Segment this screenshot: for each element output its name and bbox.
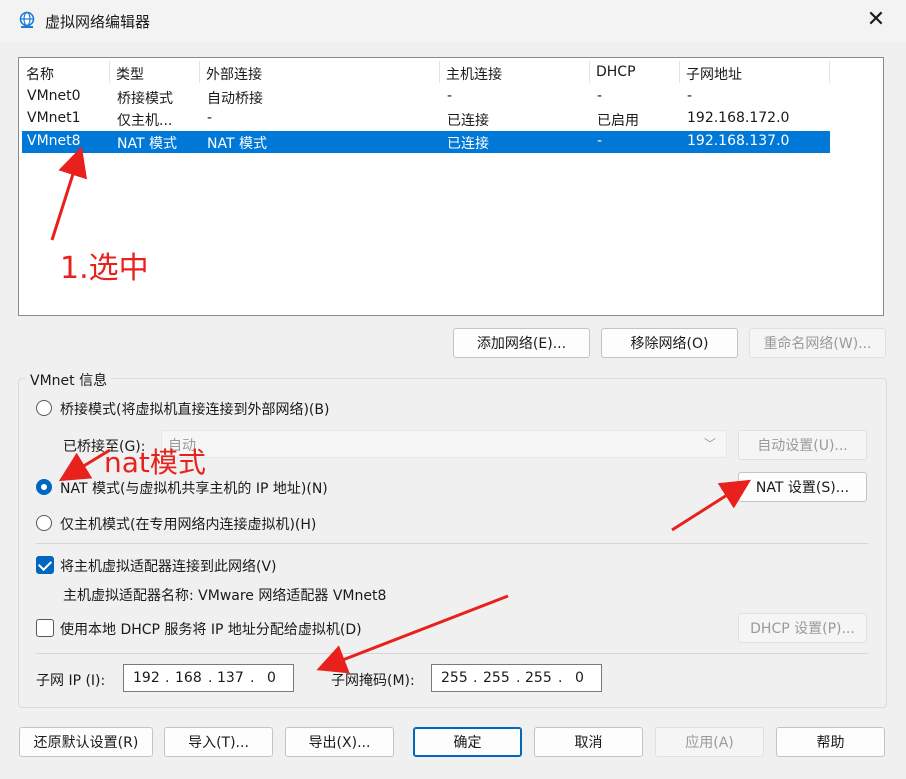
auto-settings-button[interactable]: 自动设置(U)... [738, 430, 867, 460]
column-header-type[interactable]: 类型 [116, 64, 144, 84]
column-divider[interactable] [109, 61, 110, 83]
column-header-subnet[interactable]: 子网地址 [686, 64, 742, 84]
cell-type: 仅主机... [117, 113, 173, 129]
nat-mode-radio[interactable] [36, 479, 52, 495]
mask-dot: . [516, 670, 521, 686]
cell-type: 桥接模式 [117, 91, 173, 107]
ip-dot: . [208, 670, 213, 686]
export-button[interactable]: 导出(X)... [285, 727, 394, 757]
window-title: 虚拟网络编辑器 [45, 13, 151, 31]
ip-octet: 192 [133, 670, 160, 686]
cancel-button[interactable]: 取消 [534, 727, 643, 757]
chevron-down-icon: ﹀ [703, 437, 716, 451]
globe-network-icon [19, 11, 35, 28]
dhcp-settings-button[interactable]: DHCP 设置(P)... [738, 613, 867, 643]
column-divider[interactable] [589, 61, 590, 83]
mask-octet: 0 [575, 670, 584, 686]
cell-dhcp: - [597, 133, 603, 149]
cell-type: NAT 模式 [117, 136, 177, 152]
adapter-name-text: 主机虚拟适配器名称: VMware 网络适配器 VMnet8 [63, 588, 387, 604]
annotation-nat: nat模式 [104, 446, 206, 479]
column-header-host[interactable]: 主机连接 [446, 64, 502, 84]
subnet-ip-input[interactable]: 192 . 168 . 137 . 0 [123, 664, 294, 692]
cell-external: - [207, 110, 213, 126]
subnet-mask-label: 子网掩码(M): [331, 673, 415, 689]
ip-octet: 0 [267, 670, 276, 686]
bridged-to-select[interactable]: 自动 ﹀ [161, 430, 727, 458]
ip-octet: 137 [217, 670, 244, 686]
host-only-radio[interactable] [36, 515, 52, 531]
cell-external: 自动桥接 [207, 91, 263, 107]
nat-settings-button[interactable]: NAT 设置(S)... [738, 472, 867, 502]
cell-host: - [447, 88, 453, 104]
ip-octet: 168 [175, 670, 202, 686]
table-header: 名称 类型 外部连接 主机连接 DHCP 子网地址 [20, 59, 882, 87]
help-button[interactable]: 帮助 [776, 727, 885, 757]
cell-host: 已连接 [447, 113, 489, 129]
mask-dot: . [558, 670, 563, 686]
column-header-dhcp[interactable]: DHCP [596, 64, 636, 80]
cell-subnet: - [687, 88, 693, 104]
checkmark-icon [37, 556, 53, 572]
connect-adapter-checkbox[interactable] [36, 556, 54, 574]
subnet-ip-label: 子网 IP (I): [36, 673, 106, 689]
section-divider [36, 653, 868, 654]
annotation-select: 1.选中 [60, 251, 149, 286]
title-bar: 虚拟网络编辑器 ✕ [0, 0, 906, 42]
table-row[interactable]: VMnet1 仅主机... - 已连接 已启用 192.168.172.0 [22, 108, 830, 130]
column-divider[interactable] [829, 61, 830, 83]
bridge-mode-label[interactable]: 桥接模式(将虚拟机直接连接到外部网络)(B) [60, 399, 329, 419]
cell-external: NAT 模式 [207, 136, 267, 152]
cell-dhcp: - [597, 88, 603, 104]
table-row[interactable]: VMnet0 桥接模式 自动桥接 - - - [22, 86, 830, 108]
add-network-button[interactable]: 添加网络(E)... [453, 328, 590, 358]
table-row-selected[interactable]: VMnet8 NAT 模式 NAT 模式 已连接 - 192.168.137.0 [22, 131, 830, 153]
remove-network-button[interactable]: 移除网络(O) [601, 328, 738, 358]
rename-network-button[interactable]: 重命名网络(W)... [749, 328, 886, 358]
host-only-label[interactable]: 仅主机模式(在专用网络内连接虚拟机)(H) [60, 514, 316, 534]
apply-button[interactable]: 应用(A) [655, 727, 764, 757]
ip-dot: . [250, 670, 255, 686]
mask-dot: . [473, 670, 478, 686]
cell-name: VMnet8 [27, 133, 81, 149]
cell-subnet: 192.168.172.0 [687, 110, 790, 126]
ok-button[interactable]: 确定 [413, 727, 522, 757]
mask-octet: 255 [441, 670, 468, 686]
cell-subnet: 192.168.137.0 [687, 133, 790, 149]
ip-dot: . [165, 670, 170, 686]
vmnet-info-legend: VMnet 信息 [26, 370, 112, 390]
use-dhcp-label[interactable]: 使用本地 DHCP 服务将 IP 地址分配给虚拟机(D) [60, 619, 362, 639]
cell-name: VMnet0 [27, 88, 81, 104]
column-divider[interactable] [439, 61, 440, 83]
column-header-external[interactable]: 外部连接 [206, 64, 262, 84]
column-divider[interactable] [679, 61, 680, 83]
section-divider [36, 543, 868, 544]
use-dhcp-checkbox[interactable] [36, 619, 54, 637]
cell-name: VMnet1 [27, 110, 81, 126]
subnet-mask-input[interactable]: 255 . 255 . 255 . 0 [431, 664, 602, 692]
close-icon[interactable]: ✕ [864, 8, 888, 32]
mask-octet: 255 [525, 670, 552, 686]
cell-host: 已连接 [447, 136, 489, 152]
cell-dhcp: 已启用 [597, 113, 639, 129]
connect-adapter-label[interactable]: 将主机虚拟适配器连接到此网络(V) [60, 556, 277, 576]
bridge-mode-radio[interactable] [36, 400, 52, 416]
column-header-name[interactable]: 名称 [26, 64, 54, 84]
column-divider[interactable] [199, 61, 200, 83]
mask-octet: 255 [483, 670, 510, 686]
restore-defaults-button[interactable]: 还原默认设置(R) [19, 727, 153, 757]
nat-mode-label[interactable]: NAT 模式(与虚拟机共享主机的 IP 地址)(N) [60, 478, 328, 498]
import-button[interactable]: 导入(T)... [164, 727, 273, 757]
